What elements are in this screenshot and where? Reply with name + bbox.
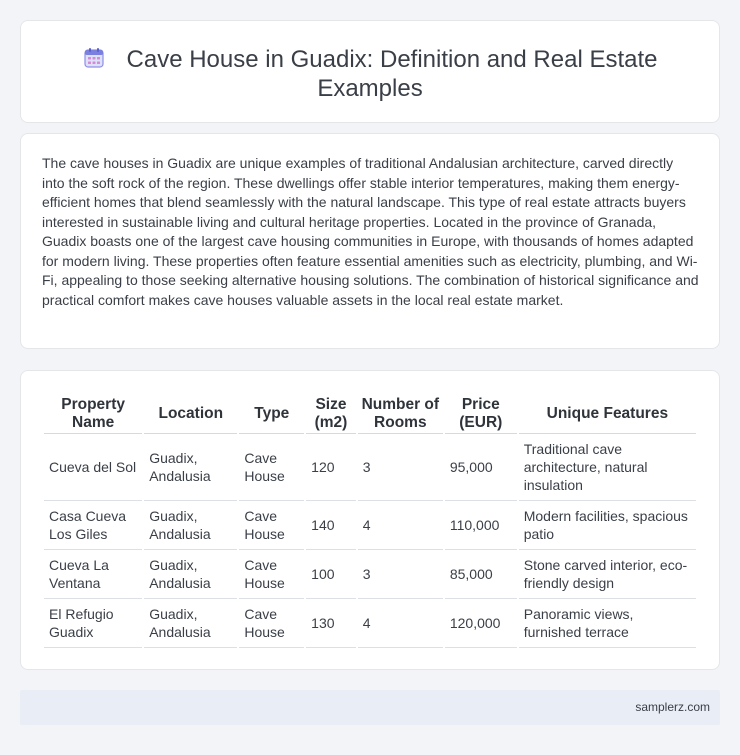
header-price: Price (EUR) bbox=[444, 394, 517, 434]
cell-property-name: Cueva La Ventana bbox=[44, 550, 143, 599]
header-property-name: Property Name bbox=[44, 394, 143, 434]
calendar-icon bbox=[83, 47, 105, 69]
cell-size: 100 bbox=[306, 550, 356, 599]
cell-property-name: El Refugio Guadix bbox=[44, 599, 143, 648]
cell-type: Cave House bbox=[239, 599, 305, 648]
page-title: Cave House in Guadix: Definition and Rea… bbox=[21, 45, 719, 103]
cell-property-name: Casa Cueva Los Giles bbox=[44, 501, 143, 550]
table-row: Cueva La Ventana Guadix, Andalusia Cave … bbox=[44, 550, 696, 599]
cell-features: Stone carved interior, eco-friendly desi… bbox=[518, 550, 696, 599]
cell-features: Panoramic views, furnished terrace bbox=[518, 599, 696, 648]
cell-type: Cave House bbox=[239, 550, 305, 599]
title-line-1: Cave House in Guadix: Definition and Rea… bbox=[126, 46, 658, 73]
table-header-row: Property Name Location Type Size (m2) Nu… bbox=[44, 394, 696, 434]
cell-price: 95,000 bbox=[444, 434, 517, 501]
cell-features: Traditional cave architecture, natural i… bbox=[518, 434, 696, 501]
cell-size: 120 bbox=[306, 434, 356, 501]
cell-features: Modern facilities, spacious patio bbox=[518, 501, 696, 550]
title-card: Cave House in Guadix: Definition and Rea… bbox=[20, 20, 720, 123]
cell-size: 130 bbox=[306, 599, 356, 648]
header-size: Size (m2) bbox=[306, 394, 356, 434]
cell-rooms: 4 bbox=[357, 501, 443, 550]
description-card: The cave houses in Guadix are unique exa… bbox=[20, 133, 720, 349]
cell-rooms: 3 bbox=[357, 550, 443, 599]
cell-location: Guadix, Andalusia bbox=[144, 599, 238, 648]
table-row: Casa Cueva Los Giles Guadix, Andalusia C… bbox=[44, 501, 696, 550]
cell-property-name: Cueva del Sol bbox=[44, 434, 143, 501]
cell-location: Guadix, Andalusia bbox=[144, 434, 238, 501]
footer-site-link[interactable]: samplerz.com bbox=[635, 700, 710, 714]
properties-table: Property Name Location Type Size (m2) Nu… bbox=[42, 394, 698, 648]
header-type: Type bbox=[239, 394, 305, 434]
cell-price: 110,000 bbox=[444, 501, 517, 550]
cell-location: Guadix, Andalusia bbox=[144, 501, 238, 550]
description-text: The cave houses in Guadix are unique exa… bbox=[42, 155, 699, 308]
table-card: Property Name Location Type Size (m2) Nu… bbox=[20, 370, 720, 670]
header-location: Location bbox=[144, 394, 238, 434]
cell-size: 140 bbox=[306, 501, 356, 550]
cell-rooms: 4 bbox=[357, 599, 443, 648]
header-features: Unique Features bbox=[518, 394, 696, 434]
cell-type: Cave House bbox=[239, 501, 305, 550]
footer: samplerz.com bbox=[20, 690, 720, 725]
cell-type: Cave House bbox=[239, 434, 305, 501]
cell-rooms: 3 bbox=[357, 434, 443, 501]
header-rooms: Number of Rooms bbox=[357, 394, 443, 434]
title-line-2: Examples bbox=[317, 75, 423, 102]
table-row: El Refugio Guadix Guadix, Andalusia Cave… bbox=[44, 599, 696, 648]
table-row: Cueva del Sol Guadix, Andalusia Cave Hou… bbox=[44, 434, 696, 501]
cell-location: Guadix, Andalusia bbox=[144, 550, 238, 599]
cell-price: 85,000 bbox=[444, 550, 517, 599]
cell-price: 120,000 bbox=[444, 599, 517, 648]
